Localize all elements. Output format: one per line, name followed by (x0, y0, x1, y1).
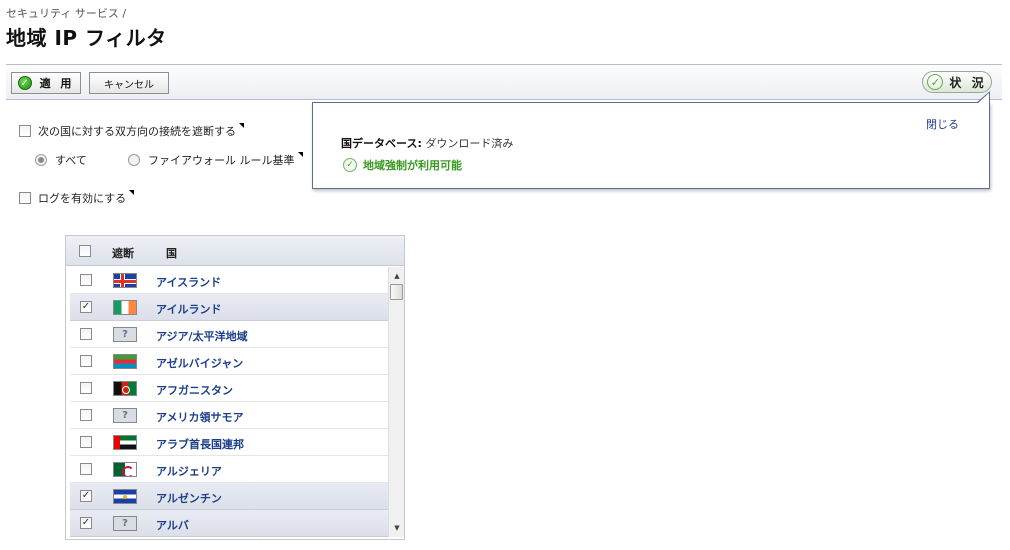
enable-logging-checkbox[interactable] (19, 192, 31, 204)
row-block-checkbox[interactable]: ✓ (80, 301, 92, 313)
check-circle-icon: ✓ (927, 74, 944, 90)
block-connections-checkbox[interactable] (19, 125, 31, 137)
radio-all-option: すべて (35, 152, 87, 168)
unknown-flag-icon: ? (113, 516, 137, 531)
row-block-checkbox[interactable] (80, 436, 92, 448)
database-status-value: ダウンロード済み (425, 137, 514, 150)
row-block-checkbox[interactable]: ✓ (80, 490, 92, 502)
apply-button-label: 適 用 (39, 77, 75, 90)
enable-logging-label: ログを有効にする (38, 192, 127, 205)
geo-enforcement-status: ✓ 地域強制が利用可能 (343, 157, 462, 173)
table-row[interactable]: ? アジア/太平洋地域 (70, 321, 388, 348)
unknown-flag-glyph: ? (122, 329, 128, 340)
country-name-link[interactable]: アゼルバイジャン (156, 355, 243, 371)
scroll-down-icon[interactable]: ▼ (389, 521, 405, 535)
country-name-link[interactable]: アイスランド (156, 274, 221, 290)
database-status-label: 国データベース: (341, 137, 422, 150)
flag-azer-icon (113, 354, 137, 369)
row-block-checkbox[interactable] (80, 409, 92, 421)
radio-all[interactable] (35, 154, 47, 166)
row-block-checkbox[interactable] (80, 328, 92, 340)
radio-firewall-option: ファイアウォール ルール基準 (128, 151, 303, 168)
row-block-checkbox[interactable] (80, 463, 92, 475)
row-block-checkbox[interactable] (80, 355, 92, 367)
table-row[interactable]: アフガニスタン (70, 375, 388, 402)
row-block-checkbox[interactable] (80, 274, 92, 286)
table-row[interactable]: ✓ アイルランド (70, 294, 388, 321)
enable-logging-option: ログを有効にする (19, 189, 135, 206)
tooltip-marker-icon (239, 122, 244, 128)
scroll-up-icon[interactable]: ▲ (389, 269, 405, 283)
table-row[interactable]: アゼルバイジャン (70, 348, 388, 375)
check-icon: ✓ (17, 76, 32, 90)
select-all-checkbox[interactable] (79, 245, 91, 257)
country-name-link[interactable]: アイルランド (156, 301, 221, 317)
table-header: 遮断 国 (66, 236, 404, 266)
tooltip-marker-icon (129, 189, 135, 195)
flag-afgh-icon (113, 381, 137, 396)
table-row[interactable]: アイスランド (70, 267, 388, 294)
close-link[interactable]: 閉じる (926, 116, 959, 132)
scrollbar-thumb[interactable] (390, 284, 403, 300)
row-block-checkbox[interactable] (80, 382, 92, 394)
block-connections-option: 次の国に対する双方向の接続を遮断する (19, 122, 244, 139)
country-name-link[interactable]: アルバ (156, 517, 189, 533)
cancel-button[interactable]: キャンセル (89, 72, 169, 94)
country-name-link[interactable]: アルゼンチン (156, 490, 222, 506)
radio-all-label: すべて (55, 154, 87, 167)
table-row[interactable]: アルジェリア (70, 456, 388, 483)
country-name-link[interactable]: アルジェリア (156, 463, 222, 479)
table-row[interactable]: ✓ アルゼンチン (70, 483, 388, 510)
radio-firewall-rules[interactable] (128, 154, 140, 166)
tooltip-marker-icon (297, 151, 303, 157)
vertical-scrollbar[interactable]: ▲ ▼ (388, 267, 404, 537)
page-title: 地域 IP フィルタ (6, 26, 167, 50)
table-row[interactable]: ✓? アルバ (70, 510, 388, 537)
table-body: アイスランド ✓ アイルランド? アジア/太平洋地域 アゼルバイジャン アフガニスタン? ア… (70, 267, 388, 537)
geo-enforcement-label: 地域強制が利用可能 (363, 159, 462, 172)
column-header-block: 遮断 (112, 247, 134, 260)
table-row[interactable]: ? アメリカ領サモア (70, 402, 388, 429)
column-header-country[interactable]: 国 (166, 245, 177, 261)
unknown-flag-icon: ? (113, 327, 137, 342)
status-button[interactable]: ✓ 状 況 (922, 71, 992, 93)
country-name-link[interactable]: アフガニスタン (156, 382, 233, 398)
flag-alg-icon (113, 462, 137, 477)
country-table: 遮断 国 アイスランド ✓ アイルランド? アジア/太平洋地域 アゼルバイジャン アフガニ… (65, 235, 405, 540)
unknown-flag-glyph: ? (122, 410, 128, 421)
row-block-checkbox[interactable]: ✓ (80, 517, 92, 529)
database-status: 国データベース: ダウンロード済み (341, 135, 513, 151)
block-connections-label: 次の国に対する双方向の接続を遮断する (38, 125, 236, 138)
country-name-link[interactable]: アジア/太平洋地域 (156, 328, 248, 344)
unknown-flag-icon: ? (113, 408, 137, 423)
radio-firewall-label: ファイアウォール ルール基準 (148, 154, 295, 167)
breadcrumb: セキュリティ サービス / (6, 7, 127, 20)
flag-ireland-icon (113, 300, 137, 315)
country-name-link[interactable]: アメリカ領サモア (156, 409, 243, 425)
status-button-label: 状 況 (949, 75, 987, 90)
flag-uae-icon (113, 435, 137, 450)
unknown-flag-glyph: ? (122, 518, 128, 529)
status-popup: 閉じる 国データベース: ダウンロード済み ✓ 地域強制が利用可能 (312, 91, 990, 189)
cancel-button-label: キャンセル (104, 79, 154, 91)
flag-arg-icon (113, 489, 137, 504)
check-circle-icon: ✓ (343, 158, 357, 172)
toolbar: ✓ 適 用 キャンセル ✓ 状 況 (6, 64, 1002, 100)
country-name-link[interactable]: アラブ首長国連邦 (156, 436, 244, 452)
table-row[interactable]: アラブ首長国連邦 (70, 429, 388, 456)
flag-iceland-icon (113, 273, 137, 288)
apply-button[interactable]: ✓ 適 用 (11, 72, 81, 94)
